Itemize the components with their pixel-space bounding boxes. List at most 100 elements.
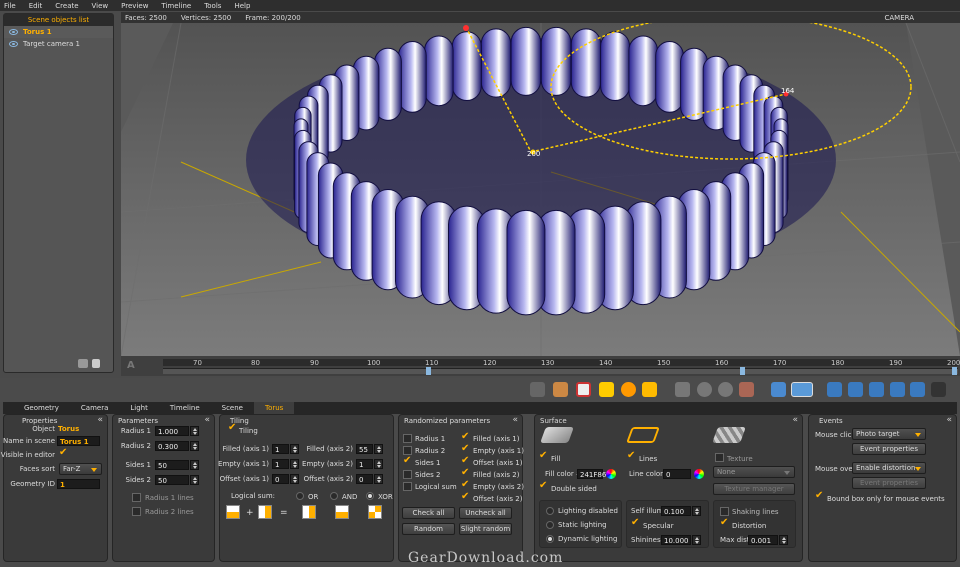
user-icon[interactable] (848, 382, 863, 397)
radius2-field[interactable]: 0.300 (155, 441, 189, 451)
sides2-field[interactable]: 50 (155, 475, 189, 485)
mouse-click-select[interactable]: Photo target (852, 428, 926, 440)
tiling-checkbox[interactable] (228, 422, 237, 434)
cube-icon[interactable] (530, 382, 545, 397)
rand-logical-checkbox[interactable] (403, 482, 412, 491)
filled2-stepper[interactable] (374, 444, 383, 454)
collapse-icon[interactable]: « (792, 415, 798, 425)
keyframe-marker[interactable] (740, 367, 745, 375)
faces-sort-select[interactable]: Far-Z (59, 463, 102, 475)
offset1-field[interactable]: 0 (272, 474, 289, 484)
rand-empty1-checkbox[interactable] (461, 443, 470, 455)
visible-checkbox[interactable] (59, 447, 68, 459)
uncheck-all-button[interactable]: Uncheck all (459, 507, 512, 519)
rand-empty2-checkbox[interactable] (461, 479, 470, 491)
color-picker-icon[interactable] (694, 469, 704, 479)
texture-manager-button[interactable]: Texture manager (713, 483, 795, 495)
bound-box-checkbox[interactable] (815, 490, 824, 502)
menu-help[interactable]: Help (234, 2, 250, 10)
radius1-stepper[interactable] (190, 426, 199, 436)
rand-sides2-checkbox[interactable] (403, 470, 412, 479)
timeline-bar[interactable]: A 70 80 90 100 110 120 130 140 150 160 1… (121, 356, 960, 376)
check-all-button[interactable]: Check all (402, 507, 455, 519)
keyframe-marker[interactable] (952, 367, 957, 375)
collapse-icon[interactable]: « (97, 415, 103, 425)
fill-color-field[interactable]: 241F86 (577, 469, 606, 479)
radius2-lines-checkbox[interactable] (132, 507, 141, 516)
line-color-field[interactable]: 0 (663, 469, 691, 479)
people-icon[interactable] (78, 359, 88, 368)
filled1-field[interactable]: 1 (272, 444, 289, 454)
texture-select[interactable]: None (713, 466, 795, 478)
xor-radio[interactable] (366, 492, 374, 500)
rand-offset2-checkbox[interactable] (461, 491, 470, 503)
user-icon[interactable] (827, 382, 842, 397)
menu-timeline[interactable]: Timeline (161, 2, 191, 10)
shaking-lines-checkbox[interactable] (720, 507, 729, 516)
mouse-over-select[interactable]: Enable distortion (852, 462, 926, 474)
event-properties-button[interactable]: Event properties (852, 443, 926, 455)
scale-icon[interactable] (642, 382, 657, 397)
slight-random-button[interactable]: Slight random (459, 523, 512, 535)
user-icon[interactable] (890, 382, 905, 397)
view-icon[interactable] (771, 382, 786, 397)
user-icon[interactable] (910, 382, 925, 397)
geometry-id-field[interactable]: 1 (57, 479, 100, 489)
sides1-stepper[interactable] (190, 460, 199, 470)
collapse-icon[interactable]: « (946, 415, 952, 425)
record-icon[interactable] (576, 382, 591, 397)
empty2-field[interactable]: 1 (356, 459, 373, 469)
radius2-stepper[interactable] (190, 441, 199, 451)
keyframe-marker[interactable] (426, 367, 431, 375)
menu-file[interactable]: File (4, 2, 16, 10)
axes-icon[interactable] (553, 382, 568, 397)
offset2-field[interactable]: 0 (356, 474, 373, 484)
lighting-disabled-radio[interactable] (546, 507, 554, 515)
shininess-stepper[interactable] (692, 535, 701, 545)
scene-item-torus[interactable]: Torus 1 (4, 26, 113, 38)
collapse-icon[interactable]: « (512, 415, 518, 425)
frame-all-icon[interactable] (739, 382, 754, 397)
filled1-stepper[interactable] (290, 444, 299, 454)
camera-view-icon[interactable] (791, 382, 813, 397)
3d-viewport[interactable]: 200 164 Faces: 2500 Vertices: 2500 Frame… (121, 12, 960, 356)
rand-radius1-checkbox[interactable] (403, 434, 412, 443)
lines-checkbox[interactable] (627, 450, 636, 462)
tab-torus[interactable]: Torus (253, 402, 295, 414)
rand-radius2-checkbox[interactable] (403, 446, 412, 455)
eye-icon[interactable] (9, 41, 18, 47)
fill-checkbox[interactable] (539, 450, 548, 462)
eye-icon[interactable] (9, 29, 18, 35)
max-dist-field[interactable]: 0.001 (748, 535, 778, 545)
tab-timeline[interactable]: Timeline (159, 402, 211, 414)
viewport-canvas[interactable]: 200 164 (121, 12, 960, 356)
self-illum-stepper[interactable] (692, 506, 701, 516)
tab-camera[interactable]: Camera (70, 402, 119, 414)
menu-preview[interactable]: Preview (121, 2, 148, 10)
random-button[interactable]: Random (402, 523, 455, 535)
dynamic-lighting-radio[interactable] (546, 535, 554, 543)
tab-light[interactable]: Light (119, 402, 158, 414)
menu-edit[interactable]: Edit (29, 2, 43, 10)
empty1-field[interactable]: 1 (272, 459, 289, 469)
menu-tools[interactable]: Tools (204, 2, 221, 10)
color-picker-icon[interactable] (606, 469, 616, 479)
tab-scene[interactable]: Scene (211, 402, 254, 414)
sides1-field[interactable]: 50 (155, 460, 189, 470)
rotate-icon[interactable] (621, 382, 636, 397)
timeline-anchor-icon[interactable]: A (127, 360, 135, 371)
user-icon[interactable] (869, 382, 884, 397)
collapse-icon[interactable]: « (204, 415, 210, 425)
self-illum-field[interactable]: 0.100 (661, 506, 691, 516)
empty1-stepper[interactable] (290, 459, 299, 469)
empty2-stepper[interactable] (374, 459, 383, 469)
shininess-field[interactable]: 10.000 (661, 535, 691, 545)
scene-item-camera[interactable]: Target camera 1 (4, 38, 113, 50)
hat-icon[interactable] (931, 382, 946, 397)
menu-view[interactable]: View (92, 2, 109, 10)
offset1-stepper[interactable] (290, 474, 299, 484)
and-radio[interactable] (330, 492, 338, 500)
rand-sides1-checkbox[interactable] (403, 455, 412, 467)
radius1-lines-checkbox[interactable] (132, 493, 141, 502)
sides2-stepper[interactable] (190, 475, 199, 485)
